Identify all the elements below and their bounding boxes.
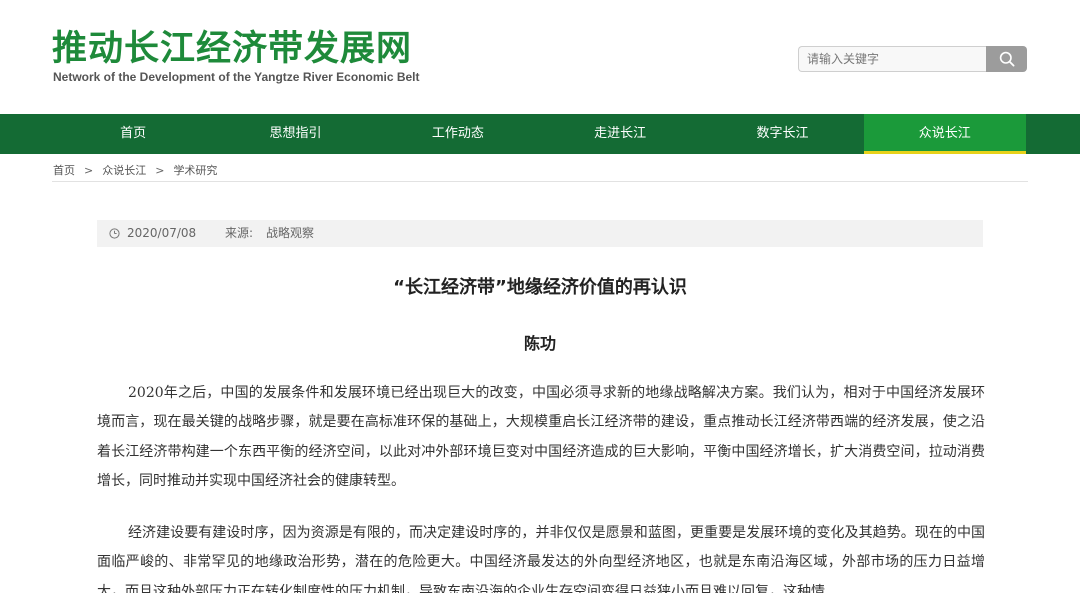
nav-item-thought-guidance[interactable]: 思想指引 (214, 114, 376, 154)
nav-item-work-news[interactable]: 工作动态 (377, 114, 539, 154)
publish-date: 2020/07/08 (127, 226, 197, 240)
breadcrumb-separator: > (84, 164, 94, 177)
source-value: 战略观察 (266, 226, 315, 240)
breadcrumb-divider (52, 181, 1028, 182)
clock-icon (109, 228, 120, 239)
article-paragraph: 经济建设要有建设时序，因为资源是有限的，而决定建设时序的，并非仅仅是愿景和蓝图，… (97, 525, 985, 593)
site-header: 推动长江经济带发展网 Network of the Development of… (0, 0, 1080, 114)
site-logo-subtitle: Network of the Development of the Yangtz… (53, 70, 420, 84)
search-input[interactable] (798, 46, 987, 72)
article-title: “长江经济带”地缘经济价值的再认识 (393, 277, 687, 298)
source-label: 来源: (225, 226, 254, 240)
article-paragraph: 2020年之后，中国的发展条件和发展环境已经出现巨大的改变，中国必须寻求新的地缘… (97, 385, 985, 489)
main-nav: 首页 思想指引 工作动态 走进长江 数字长江 众说长江 (0, 114, 1080, 154)
nav-item-digital-yangtze[interactable]: 数字长江 (701, 114, 863, 154)
search-button[interactable] (986, 46, 1027, 72)
breadcrumb: 首页 > 众说长江 > 学术研究 (53, 162, 217, 178)
search-icon (999, 51, 1015, 67)
article-author: 陈功 (523, 334, 556, 353)
breadcrumb-current-link[interactable]: 学术研究 (173, 162, 217, 178)
site-logo-title[interactable]: 推动长江经济带发展网 (52, 28, 412, 70)
nav-item-into-yangtze[interactable]: 走进长江 (539, 114, 701, 154)
breadcrumb-home-link[interactable]: 首页 (53, 162, 75, 178)
nav-item-home[interactable]: 首页 (52, 114, 214, 154)
nav-item-voices-yangtze[interactable]: 众说长江 (863, 114, 1026, 154)
article-meta-bar: 2020/07/08 来源: 战略观察 (97, 220, 983, 247)
breadcrumb-separator: > (155, 164, 165, 177)
search-box (798, 46, 1028, 72)
breadcrumb-section-link[interactable]: 众说长江 (102, 162, 146, 178)
